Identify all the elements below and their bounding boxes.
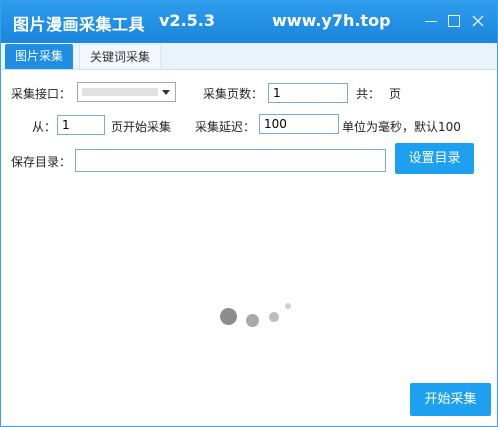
interface-select-value	[82, 88, 158, 96]
tab-keyword-collect[interactable]: 关键词采集	[79, 44, 162, 69]
title-bar[interactable]: 图片漫画采集工具 v2.5.3 www.y7h.top	[1, 1, 497, 43]
maximize-icon[interactable]	[445, 12, 463, 30]
total-prefix: 共：	[356, 87, 381, 101]
set-dir-button[interactable]: 设置目录	[395, 143, 474, 174]
save-dir-label: 保存目录：	[11, 155, 72, 169]
save-dir-input[interactable]	[75, 149, 386, 172]
interface-select[interactable]	[77, 82, 176, 102]
from-label: 从：	[32, 120, 57, 134]
tab-image-collect[interactable]: 图片采集	[5, 44, 74, 69]
start-collect-button[interactable]: 开始采集	[410, 383, 491, 416]
app-window: 图片漫画采集工具 v2.5.3 www.y7h.top 图片采集 关键词采集 采…	[0, 0, 498, 427]
from-suffix: 页开始采集	[111, 120, 172, 134]
interface-label: 采集接口：	[11, 87, 72, 101]
chevron-down-icon	[162, 90, 170, 95]
pages-input[interactable]	[268, 83, 348, 103]
total-suffix: 页	[389, 87, 402, 101]
app-url: www.y7h.top	[272, 11, 391, 30]
tab-bar: 图片采集 关键词采集	[1, 43, 497, 70]
close-icon[interactable]	[469, 12, 487, 30]
app-title: 图片漫画采集工具	[13, 15, 146, 34]
minimize-icon[interactable]	[422, 12, 440, 30]
pages-label: 采集页数：	[203, 87, 264, 101]
delay-input[interactable]	[259, 114, 339, 134]
app-version: v2.5.3	[159, 11, 215, 30]
delay-label: 采集延迟：	[195, 120, 256, 134]
delay-hint: 单位为毫秒，默认100	[342, 120, 461, 134]
from-page-input[interactable]	[57, 115, 105, 135]
